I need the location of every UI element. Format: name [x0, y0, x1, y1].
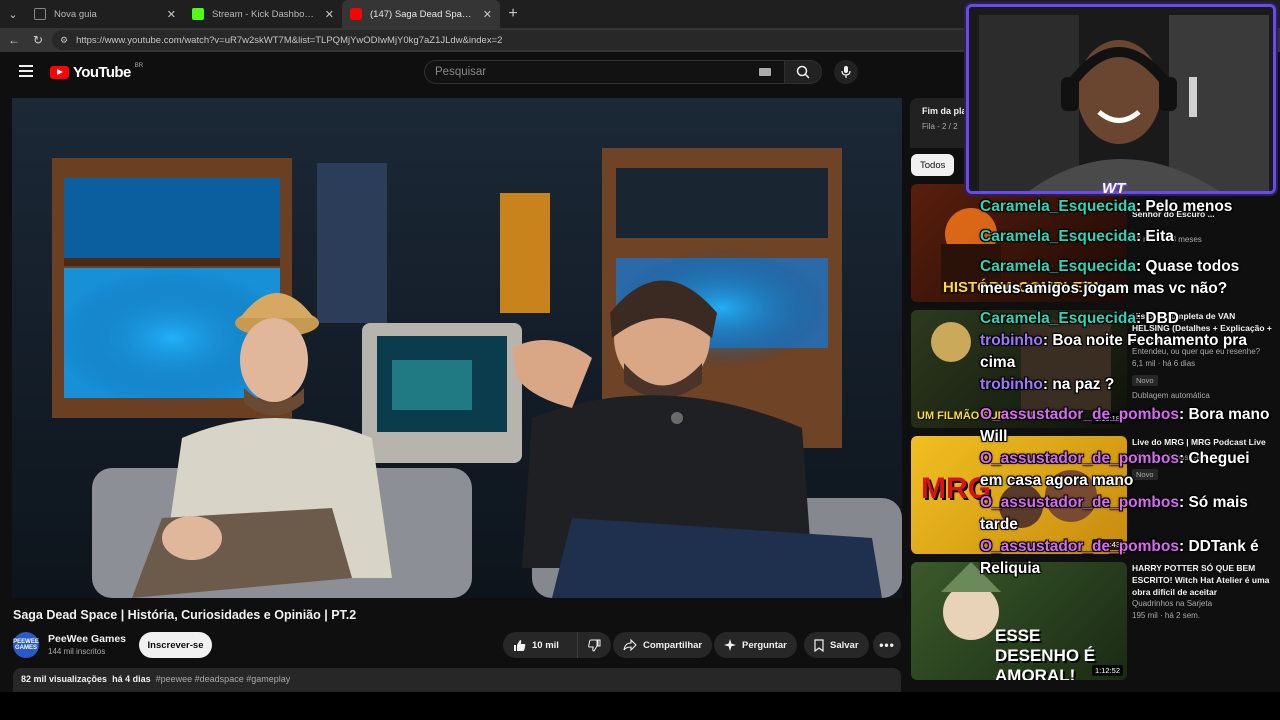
keyboard-icon[interactable] — [759, 68, 771, 76]
logo-text: YouTube — [73, 64, 131, 81]
browser-tab-kick[interactable]: Stream - Kick Dashboard ✕ — [184, 0, 342, 28]
kick-favicon-icon — [192, 8, 204, 20]
browser-tab-new[interactable]: Nova guia ✕ — [26, 0, 184, 28]
close-tab-icon[interactable]: ✕ — [483, 8, 492, 21]
subscriber-count: 144 mil inscritos — [48, 647, 106, 656]
subscribe-button[interactable]: Inscrever-se — [139, 632, 212, 658]
youtube-logo[interactable]: YouTube BR — [50, 62, 144, 81]
chat-username: O_assustador_de_pombos — [980, 494, 1179, 511]
playlist-count: Fila - 2 / 2 — [922, 122, 958, 131]
upload-age: há 4 dias — [112, 674, 151, 684]
playlist-panel[interactable]: Fim da pla Fila - 2 / 2 — [910, 98, 972, 148]
chat-message: Caramela_Esquecida: Pelo menos — [980, 198, 1233, 215]
microphone-icon — [841, 66, 851, 78]
more-horizontal-icon: ••• — [879, 638, 895, 652]
chat-message: O_assustador_de_pombos: Cheguei em casa … — [980, 450, 1250, 489]
chat-text: na paz ? — [1052, 376, 1115, 393]
youtube-favicon-icon — [350, 8, 362, 20]
search-icon — [796, 65, 810, 79]
share-button[interactable]: Compartilhar — [613, 632, 713, 658]
tab-title: Nova guia — [54, 8, 97, 20]
browser-tab-youtube[interactable]: (147) Saga Dead Space | História, C ✕ — [342, 0, 500, 28]
youtube-play-icon — [50, 66, 69, 79]
chat-username: trobinho — [980, 376, 1043, 393]
thumbs-down-icon — [588, 639, 601, 652]
recommendation-meta: 195 mil · há 2 sem. — [1132, 611, 1201, 620]
chat-username: O_assustador_de_pombos — [980, 450, 1179, 467]
streamer-logo: WT — [1102, 180, 1126, 197]
more-actions-button[interactable]: ••• — [873, 632, 901, 658]
recommendation-channel: Quadrinhos na Sarjeta — [1132, 599, 1213, 608]
search-placeholder: Pesquisar — [435, 66, 487, 78]
close-tab-icon[interactable]: ✕ — [167, 8, 176, 21]
new-tab-plus-icon[interactable]: + — [500, 5, 526, 23]
chat-username: O_assustador_de_pombos — [980, 538, 1179, 555]
hashtags[interactable]: #peewee #deadspace #gameplay — [156, 674, 291, 684]
thumbs-up-icon — [514, 639, 526, 651]
chat-username: Caramela_Esquecida — [980, 228, 1136, 245]
close-tab-icon[interactable]: ✕ — [325, 8, 334, 21]
chat-overlay: Caramela_Esquecida: Pelo menos Caramela_… — [980, 196, 1276, 580]
ask-button[interactable]: Perguntar — [714, 632, 797, 658]
chat-username: Caramela_Esquecida — [980, 310, 1136, 327]
menu-hamburger-icon[interactable] — [19, 65, 33, 77]
url-text: https://www.youtube.com/watch?v=uR7w2skW… — [76, 34, 503, 46]
chat-text: DBD — [1145, 310, 1180, 327]
view-count: 82 mil visualizações — [21, 674, 108, 684]
tab-title: Stream - Kick Dashboard — [212, 8, 317, 20]
chat-message: trobinho: Boa noite Fechamento pra cima — [980, 332, 1247, 371]
filter-chip-all[interactable]: Todos — [911, 154, 955, 176]
bookmark-icon — [814, 638, 824, 652]
search-input[interactable]: Pesquisar — [424, 60, 786, 84]
newtab-favicon-icon — [34, 8, 46, 20]
search-button[interactable] — [784, 60, 822, 84]
save-button[interactable]: Salvar — [804, 632, 869, 658]
video-player[interactable] — [12, 98, 902, 598]
description-box[interactable]: 82 mil visualizações há 4 dias #peewee #… — [13, 668, 901, 692]
chat-text: Eita — [1145, 228, 1174, 245]
like-button[interactable]: 10 mil — [503, 632, 577, 658]
dislike-button[interactable] — [577, 632, 611, 658]
url-field[interactable]: ⚙ https://www.youtube.com/watch?v=uR7w2s… — [52, 30, 972, 50]
chat-message: O_assustador_de_pombos: DDTank é Reliqui… — [980, 538, 1259, 577]
webcam-overlay — [966, 4, 1276, 194]
chat-username: Caramela_Esquecida — [980, 198, 1136, 215]
chat-message: trobinho: na paz ? — [980, 376, 1115, 393]
save-label: Salvar — [830, 639, 859, 651]
tab-title: (147) Saga Dead Space | História, C — [370, 8, 475, 20]
channel-avatar[interactable]: PEEWEE GAMES — [13, 632, 39, 658]
screen-bottom-bar — [0, 692, 1280, 720]
country-code: BR — [134, 62, 144, 69]
site-info-icon[interactable]: ⚙ — [60, 35, 68, 46]
chat-message: O_assustador_de_pombos: Bora mano Will — [980, 406, 1270, 445]
webcam-frame — [969, 7, 1273, 191]
video-frame — [12, 98, 902, 598]
like-count: 10 mil — [532, 639, 559, 651]
chat-message: Caramela_Esquecida: Eita — [980, 228, 1174, 245]
chat-message: O_assustador_de_pombos: Só mais tarde — [980, 494, 1248, 533]
chat-username: O_assustador_de_pombos — [980, 406, 1179, 423]
ask-label: Perguntar — [742, 639, 787, 651]
voice-search-button[interactable] — [834, 60, 858, 84]
chat-message: Caramela_Esquecida: DBD — [980, 310, 1180, 327]
video-duration: 1:12:52 — [1091, 665, 1123, 676]
chat-username: Caramela_Esquecida — [980, 258, 1136, 275]
tab-list-chevron-icon[interactable]: ⌄ — [0, 1, 26, 27]
back-arrow-icon[interactable]: ← — [4, 30, 24, 50]
channel-row: PEEWEE GAMES PeeWee Games 144 mil inscri… — [13, 632, 903, 658]
chat-username: trobinho — [980, 332, 1043, 349]
playlist-title: Fim da pla — [922, 106, 967, 116]
channel-name[interactable]: PeeWee Games — [48, 633, 126, 645]
youtube-header: YouTube BR Pesquisar — [0, 52, 960, 92]
share-icon — [623, 639, 637, 651]
chat-text: Pelo menos — [1145, 198, 1233, 215]
chat-message: Caramela_Esquecida: Quase todos meus ami… — [980, 258, 1240, 297]
share-label: Compartilhar — [643, 639, 703, 651]
video-title: Saga Dead Space | História, Curiosidades… — [13, 608, 357, 622]
sparkle-icon — [724, 639, 736, 651]
reload-icon[interactable]: ↻ — [28, 30, 48, 50]
